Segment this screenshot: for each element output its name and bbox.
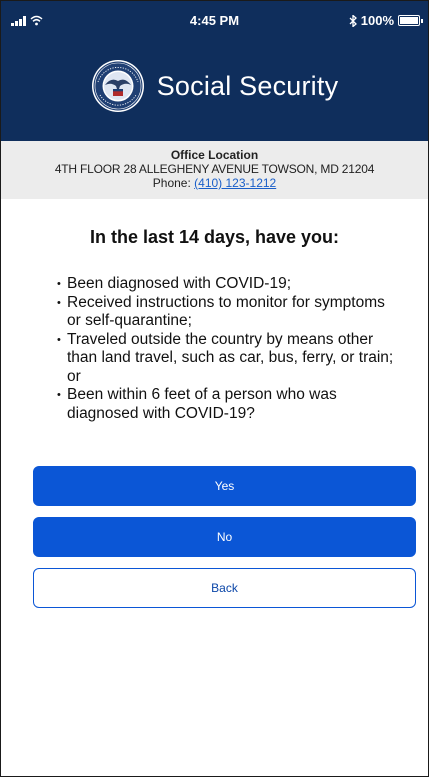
office-title: Office Location (170, 148, 259, 162)
status-right: 100% (349, 13, 423, 28)
office-phone-line: Phone: (410) 123-1212 (1, 176, 428, 190)
phone-number-link[interactable]: (410) 123-1212 (194, 176, 276, 190)
criteria-item: Been within 6 feet of a person who was d… (57, 386, 397, 423)
bluetooth-icon (349, 14, 357, 27)
yes-button[interactable]: Yes (33, 466, 416, 506)
criteria-item: Received instructions to monitor for sym… (57, 294, 397, 331)
battery-percent: 100% (360, 13, 394, 28)
criteria-item: Traveled outside the country by means ot… (57, 331, 397, 387)
yes-button-label: Yes (214, 479, 235, 493)
back-button-label: Back (211, 581, 238, 595)
ssa-seal-logo (91, 60, 144, 112)
battery-icon (398, 15, 423, 26)
no-button-label: No (216, 530, 233, 544)
brand: Social Security (1, 59, 428, 113)
screening-question: In the last 14 days, have you: (89, 227, 340, 247)
no-button[interactable]: No (33, 517, 416, 557)
phone-screen: 4:45 PM 100% Social Security Office Loca… (0, 0, 429, 777)
app-header: 4:45 PM 100% Social Security (1, 1, 428, 141)
phone-label: Phone: (152, 176, 191, 190)
office-location-panel: Office Location 4TH FLOOR 28 ALLEGHENY A… (1, 141, 428, 199)
criteria-item: Been diagnosed with COVID-19; (57, 275, 397, 294)
back-button[interactable]: Back (33, 568, 416, 608)
screening-criteria-list: Been diagnosed with COVID-19; Received i… (57, 275, 397, 423)
office-address: 4TH FLOOR 28 ALLEGHENY AVENUE TOWSON, MD… (54, 162, 375, 176)
status-bar: 4:45 PM 100% (1, 1, 428, 43)
brand-name: Social Security (156, 70, 339, 101)
